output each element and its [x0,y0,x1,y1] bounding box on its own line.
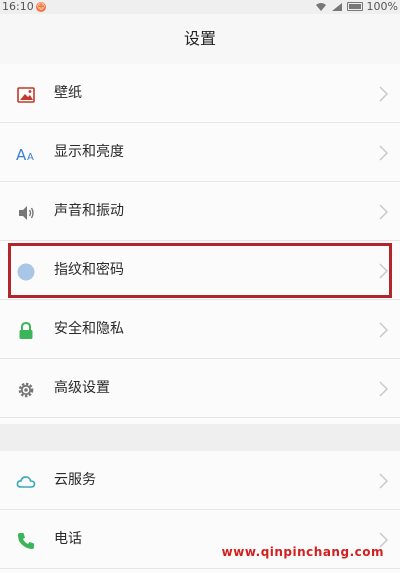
font-size-icon: A A [16,146,34,164]
chevron-right-icon [379,263,388,279]
chevron-right-icon [379,145,388,161]
watermark: www.qinpinchang.com [221,545,384,559]
notification-icon: ☺ [36,2,46,12]
wallpaper-icon [17,87,35,103]
signal-icon [331,2,342,11]
status-time: 16:10 [2,0,34,13]
chevron-right-icon [379,381,388,397]
settings-item-phone[interactable]: 电话 [0,510,400,569]
settings-item-label: 指纹和密码 [54,262,124,278]
wifi-icon [315,2,326,11]
section-divider [0,424,400,451]
fingerprint-icon [17,263,35,281]
settings-item-label: 声音和振动 [54,203,124,219]
phone-icon [18,533,34,549]
cloud-icon [16,476,36,488]
speaker-icon [19,206,34,220]
status-bar: 16:10 ☺ 100% [0,0,400,14]
settings-item-advanced[interactable]: 高级设置 [0,359,400,418]
settings-item-cloud[interactable]: 云服务 [0,451,400,510]
settings-item-fingerprint[interactable]: 指纹和密码 [0,241,400,300]
settings-group-main: 壁纸 A A 显示和亮度 声音和振动 指纹和密码 安全和隐私 高级设置 [0,64,400,424]
settings-item-label: 显示和亮度 [54,144,124,160]
settings-item-label: 电话 [54,531,82,547]
battery-icon [346,2,363,11]
page-title: 设置 [0,14,400,64]
settings-item-label: 云服务 [54,472,96,488]
settings-item-display[interactable]: A A 显示和亮度 [0,123,400,182]
settings-item-label: 壁纸 [54,85,82,101]
chevron-right-icon [379,86,388,102]
settings-item-label: 安全和隐私 [54,321,124,337]
svg-text:A: A [27,152,34,163]
battery-level: 100% [366,0,398,13]
settings-item-wallpaper[interactable]: 壁纸 [0,64,400,123]
settings-item-security[interactable]: 安全和隐私 [0,300,400,359]
chevron-right-icon [379,473,388,489]
svg-text:A: A [16,146,27,164]
chevron-right-icon [379,322,388,338]
status-indicators: 100% [315,0,398,13]
gear-icon [18,382,34,398]
chevron-right-icon [379,204,388,220]
lock-icon [19,321,33,339]
settings-item-sound[interactable]: 声音和振动 [0,182,400,241]
settings-item-label: 高级设置 [54,380,110,396]
